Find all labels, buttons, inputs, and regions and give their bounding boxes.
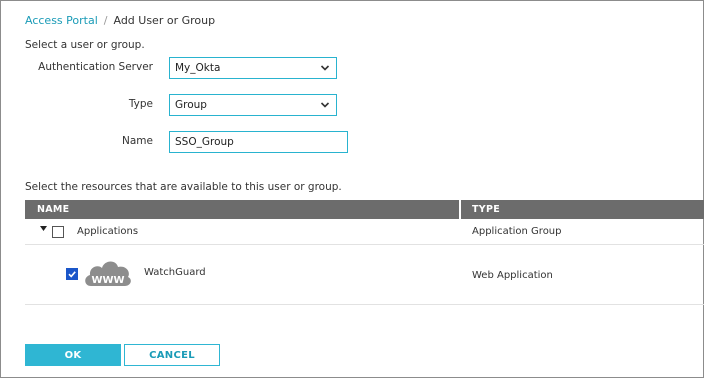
column-header-name[interactable]: NAME <box>37 204 69 215</box>
table-row: WWW WatchGuard Web Application <box>25 244 704 305</box>
row-type: Application Group <box>472 226 562 237</box>
expand-arrow-icon[interactable] <box>40 226 47 231</box>
applications-checkbox[interactable] <box>52 226 64 238</box>
row-type: Web Application <box>472 270 553 281</box>
type-select[interactable]: Group <box>169 94 337 116</box>
type-label: Type <box>128 98 153 110</box>
row-name: Applications <box>77 226 139 237</box>
resources-title: Select the resources that are available … <box>25 181 342 193</box>
ok-button[interactable]: OK <box>25 344 121 366</box>
breadcrumb-access-portal-link[interactable]: Access Portal <box>25 14 98 27</box>
name-value: SSO_Group <box>175 136 234 148</box>
auth-server-select[interactable]: My_Okta <box>169 57 337 79</box>
name-input[interactable]: SSO_Group <box>169 131 348 153</box>
chevron-down-icon <box>320 102 330 108</box>
resources-table-header: NAME TYPE <box>25 200 704 219</box>
type-value: Group <box>175 99 207 111</box>
column-divider <box>459 200 461 219</box>
add-user-group-panel: Access Portal / Add User or Group Select a… <box>0 0 704 378</box>
watchguard-checkbox[interactable] <box>66 268 78 280</box>
name-label: Name <box>122 135 153 147</box>
breadcrumb-current: Add User or Group <box>113 14 216 27</box>
breadcrumb: Access Portal / Add User or Group <box>25 14 215 27</box>
name-row: Name SSO_Group <box>1 131 351 155</box>
row-name: WatchGuard <box>144 267 206 278</box>
type-row: Type Group <box>1 94 341 118</box>
cloud-www-icon: WWW <box>85 261 131 286</box>
auth-server-value: My_Okta <box>175 62 221 74</box>
intro-text: Select a user or group. <box>25 39 145 51</box>
checkmark-icon <box>68 271 76 278</box>
column-header-type[interactable]: TYPE <box>472 204 500 215</box>
auth-server-label: Authentication Server <box>38 61 153 73</box>
breadcrumb-separator: / <box>103 14 108 27</box>
table-row: Applications Application Group <box>25 219 704 245</box>
auth-server-row: Authentication Server My_Okta <box>1 57 341 81</box>
cancel-button[interactable]: CANCEL <box>124 344 220 366</box>
cloud-icon-text: WWW <box>91 275 124 286</box>
chevron-down-icon <box>320 65 330 71</box>
